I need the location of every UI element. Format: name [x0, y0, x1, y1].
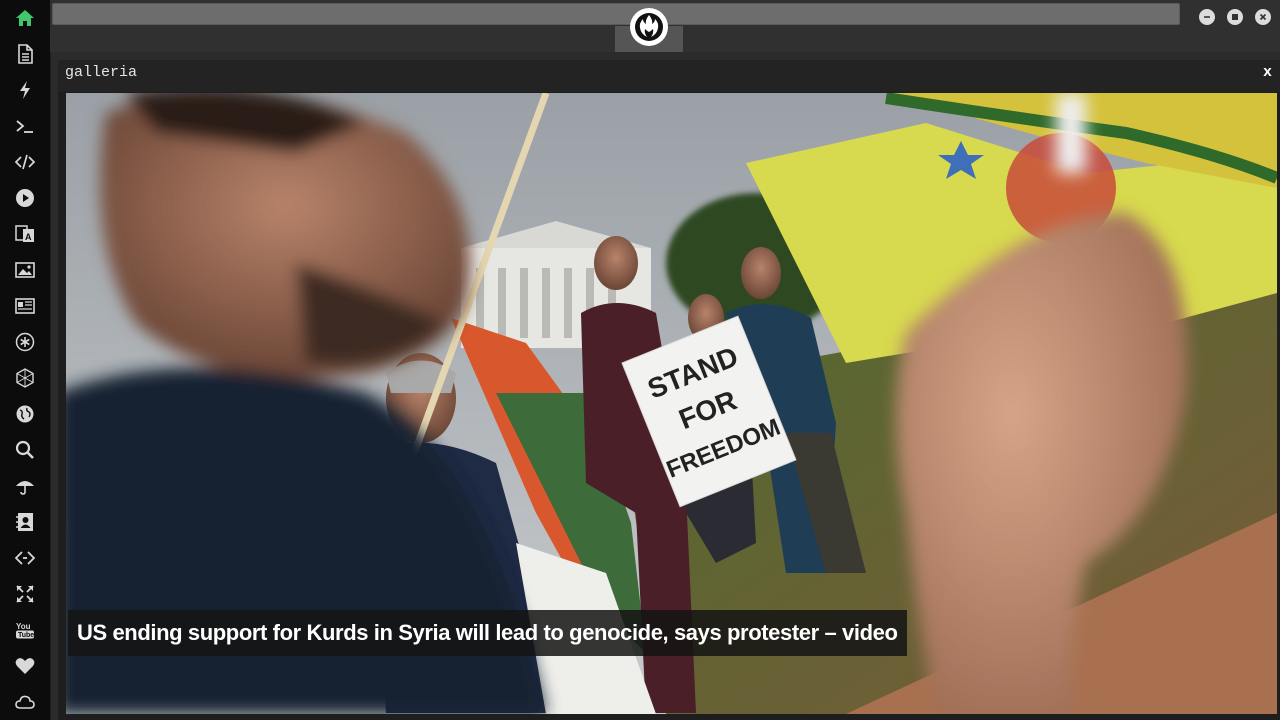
news-icon[interactable] [13, 294, 37, 318]
play-icon[interactable] [13, 186, 37, 210]
minimize-button[interactable] [1199, 9, 1215, 25]
youtube-icon[interactable]: You Tube [13, 618, 37, 642]
sidebar: A You Tube [0, 0, 51, 720]
home-icon[interactable] [13, 6, 37, 30]
expand-icon[interactable] [13, 582, 37, 606]
embed-icon[interactable] [13, 546, 37, 570]
asterisk-icon[interactable] [13, 330, 37, 354]
search-icon[interactable] [13, 438, 37, 462]
top-bar [50, 0, 1280, 52]
panel-close-button[interactable]: x [1263, 64, 1272, 81]
terminal-icon[interactable] [13, 114, 37, 138]
panel-title: galleria [65, 64, 138, 81]
maximize-button[interactable] [1227, 9, 1243, 25]
photo-caption: US ending support for Kurds in Syria wil… [68, 610, 907, 656]
document-icon[interactable] [13, 42, 37, 66]
contact-icon[interactable] [13, 510, 37, 534]
image-icon[interactable] [13, 258, 37, 282]
globe-icon[interactable] [13, 402, 37, 426]
close-window-button[interactable] [1255, 9, 1271, 25]
lightning-icon[interactable] [13, 78, 37, 102]
hexagon-icon[interactable] [13, 366, 37, 390]
umbrella-icon[interactable] [13, 474, 37, 498]
svg-text:A: A [25, 232, 32, 242]
gallery-photo[interactable]: STAND FOR FREEDOM US ending support for … [66, 93, 1277, 714]
code-icon[interactable] [13, 150, 37, 174]
address-bar[interactable] [52, 3, 1180, 25]
panel-header: galleria x [58, 60, 1280, 92]
rebel-logo-icon[interactable] [630, 8, 668, 46]
heart-icon[interactable] [13, 654, 37, 678]
svg-text:You: You [16, 622, 31, 631]
gallery-panel: galleria x STAND FOR FREEDOM US ending s… [58, 60, 1280, 720]
cloud-icon[interactable] [13, 690, 37, 714]
translate-icon[interactable]: A [13, 222, 37, 246]
svg-text:Tube: Tube [18, 632, 34, 639]
